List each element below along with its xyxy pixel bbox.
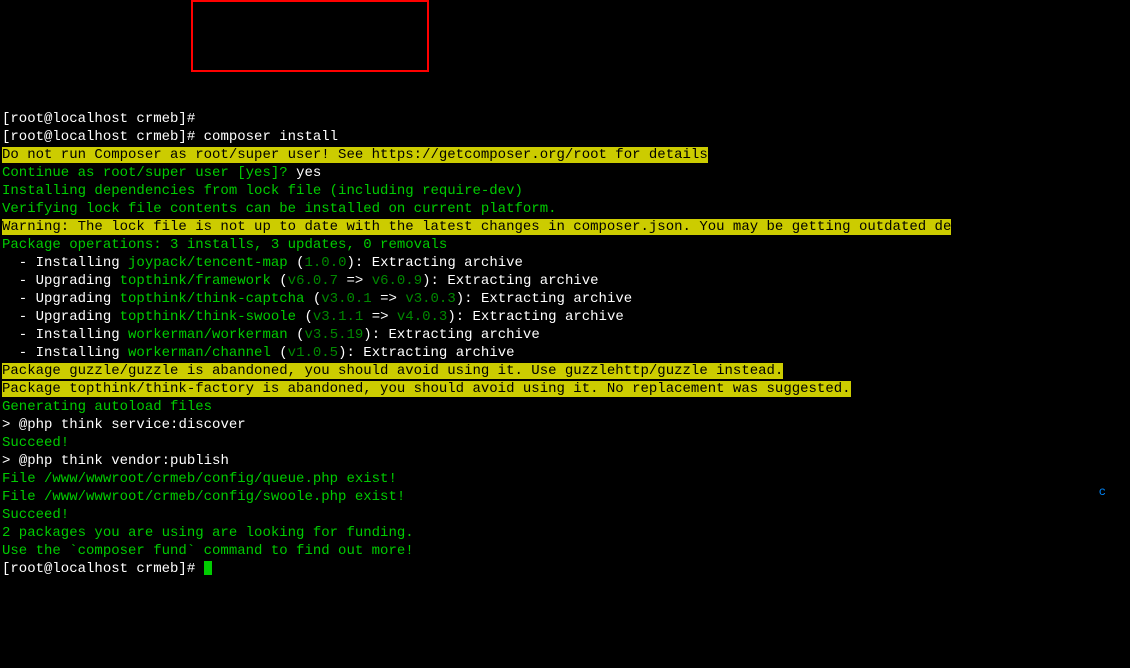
succeed: Succeed!	[2, 435, 69, 451]
corner-indicator: c	[1099, 483, 1106, 501]
op-line: - Installing workerman/channel (v1.0.5):…	[2, 345, 515, 361]
op-line: - Installing workerman/workerman (v3.5.1…	[2, 327, 540, 343]
funding: 2 packages you are using are looking for…	[2, 525, 414, 541]
cursor	[204, 561, 212, 575]
package-ops: Package operations: 3 installs, 3 update…	[2, 237, 447, 253]
op-line: - Installing joypack/tencent-map (1.0.0)…	[2, 255, 523, 271]
gen-autoload: Generating autoload files	[2, 399, 212, 415]
abandoned-warning: Package topthink/think-factory is abando…	[2, 381, 851, 397]
script-line: > @php think vendor:publish	[2, 453, 229, 469]
prompt: [root@localhost crmeb]#	[2, 129, 204, 145]
op-line: - Upgrading topthink/framework (v6.0.7 =…	[2, 273, 599, 289]
command-text: composer install	[204, 129, 338, 145]
op-line: - Upgrading topthink/think-captcha (v3.0…	[2, 291, 632, 307]
installing-deps: Installing dependencies from lock file (…	[2, 183, 523, 199]
succeed: Succeed!	[2, 507, 69, 523]
file-exist: File /www/wwwroot/crmeb/config/swoole.ph…	[2, 489, 405, 505]
highlight-box	[191, 0, 429, 72]
abandoned-warning: Package guzzle/guzzle is abandoned, you …	[2, 363, 783, 379]
script-line: > @php think service:discover	[2, 417, 246, 433]
prompt: [root@localhost crmeb]#	[2, 561, 204, 577]
file-exist: File /www/wwwroot/crmeb/config/queue.php…	[2, 471, 397, 487]
op-line: - Upgrading topthink/think-swoole (v3.1.…	[2, 309, 624, 325]
verifying: Verifying lock file contents can be inst…	[2, 201, 557, 217]
funding: Use the `composer fund` command to find …	[2, 543, 414, 559]
warning-root: Do not run Composer as root/super user! …	[2, 147, 708, 163]
terminal[interactable]: [root@localhost crmeb]# [root@localhost …	[2, 110, 1128, 578]
warning-lock: Warning: The lock file is not up to date…	[2, 219, 951, 235]
prompt: [root@localhost crmeb]#	[2, 111, 204, 127]
continue-prompt: Continue as root/super user [yes]?	[2, 165, 296, 181]
continue-answer: yes	[296, 165, 321, 181]
